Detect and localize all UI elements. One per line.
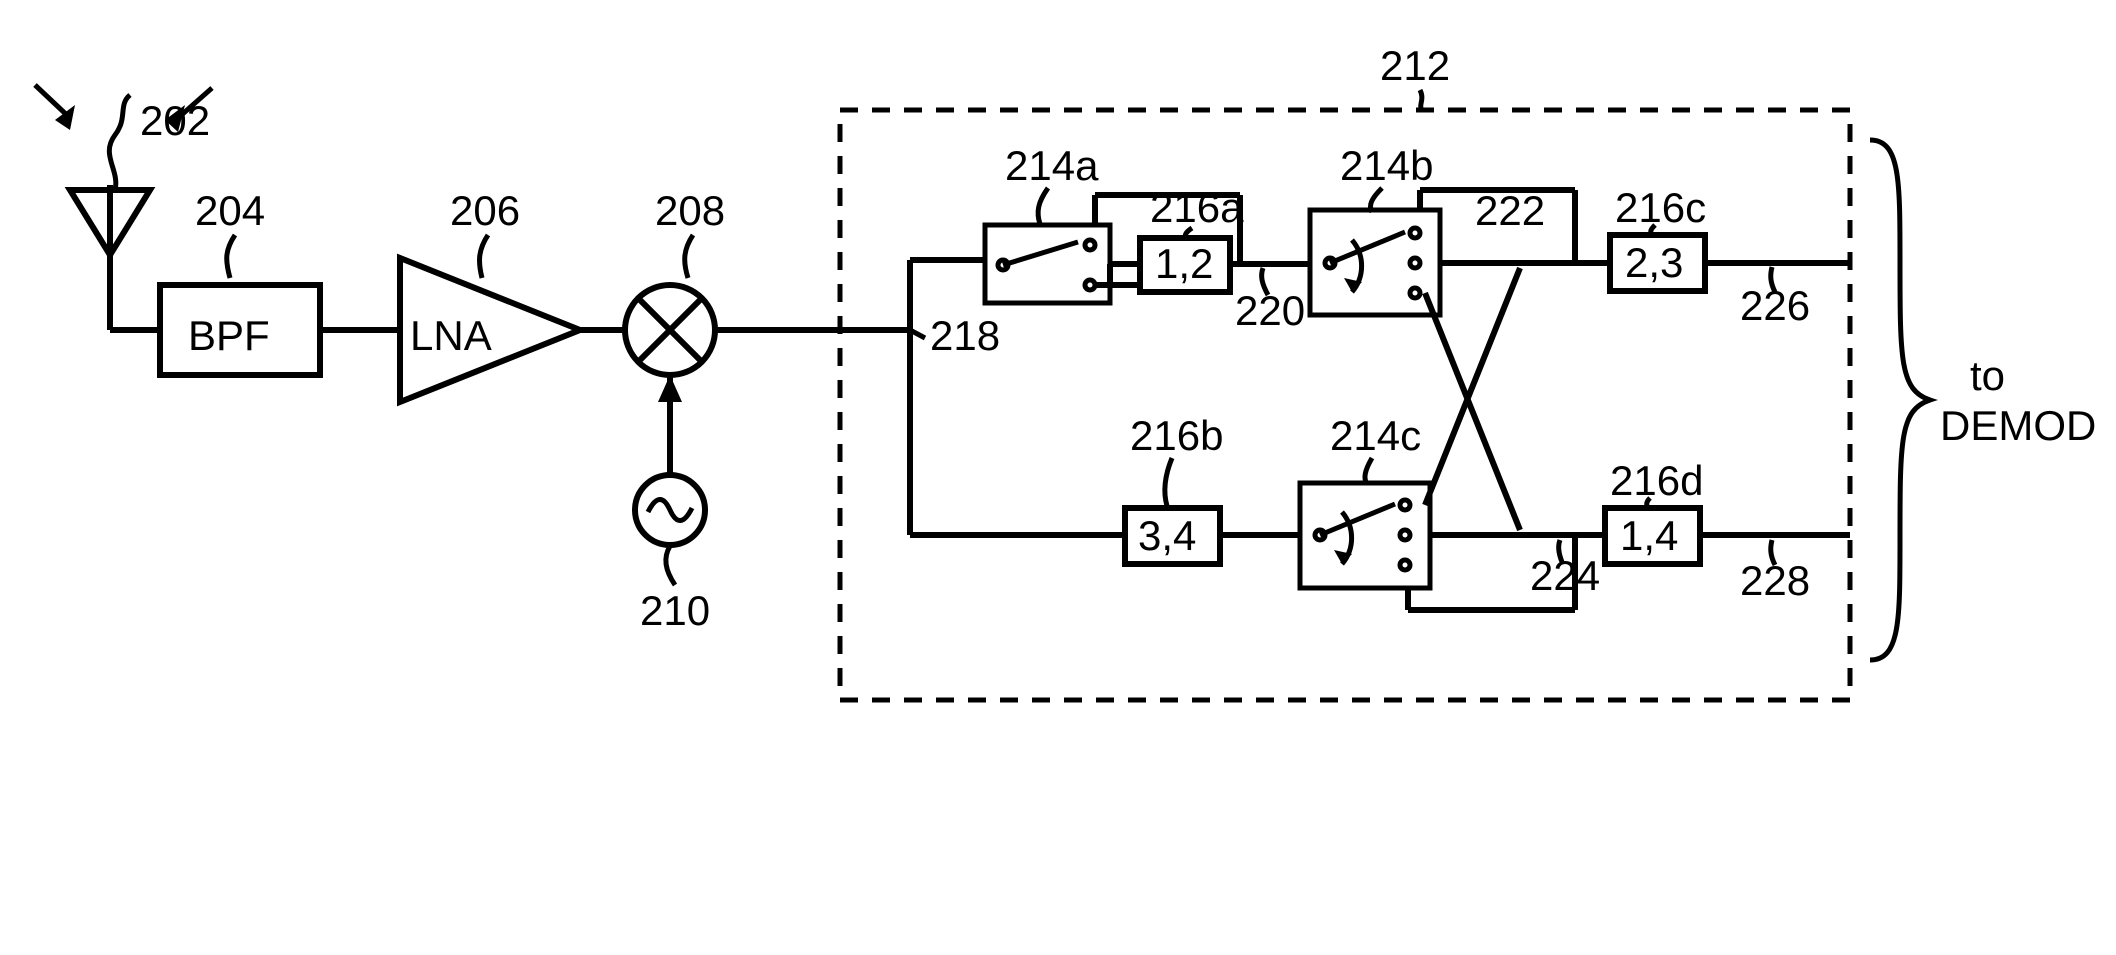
label-216b: 216b <box>1130 412 1223 459</box>
local-oscillator <box>635 475 705 545</box>
label-208: 208 <box>655 187 725 234</box>
switch-214b <box>1310 210 1440 315</box>
lna-block: LNA <box>400 258 580 402</box>
filter-216a-label: 1,2 <box>1155 240 1213 287</box>
label-214b: 214b <box>1340 142 1433 189</box>
bpf-label: BPF <box>188 312 270 359</box>
bpf-block: BPF <box>160 285 320 375</box>
filter-216d-label: 1,4 <box>1620 512 1678 559</box>
filter-216a: 1,2 <box>1140 238 1230 292</box>
label-216c: 216c <box>1615 184 1706 231</box>
label-222: 222 <box>1475 187 1545 234</box>
filter-216d: 1,4 <box>1605 508 1700 564</box>
label-206: 206 <box>450 187 520 234</box>
label-212: 212 <box>1380 42 1450 89</box>
filter-216c-label: 2,3 <box>1625 239 1683 286</box>
label-210: 210 <box>640 587 710 634</box>
label-224: 224 <box>1530 552 1600 599</box>
label-218: 218 <box>930 312 1000 359</box>
filter-216b-label: 3,4 <box>1138 512 1196 559</box>
label-204: 204 <box>195 187 265 234</box>
label-214c: 214c <box>1330 412 1421 459</box>
label-202: 202 <box>140 97 210 144</box>
mixer <box>625 285 715 375</box>
switch-214c <box>1300 483 1430 588</box>
demod-to: to <box>1970 352 2005 399</box>
label-214a: 214a <box>1005 142 1099 189</box>
brace <box>1870 140 1930 660</box>
filter-216c: 2,3 <box>1610 235 1705 291</box>
demod: DEMOD <box>1940 402 2096 449</box>
label-220: 220 <box>1235 287 1305 334</box>
filter-216b: 3,4 <box>1125 508 1220 564</box>
lna-label: LNA <box>410 312 492 359</box>
label-216a: 216a <box>1150 184 1244 231</box>
label-216d: 216d <box>1610 457 1703 504</box>
